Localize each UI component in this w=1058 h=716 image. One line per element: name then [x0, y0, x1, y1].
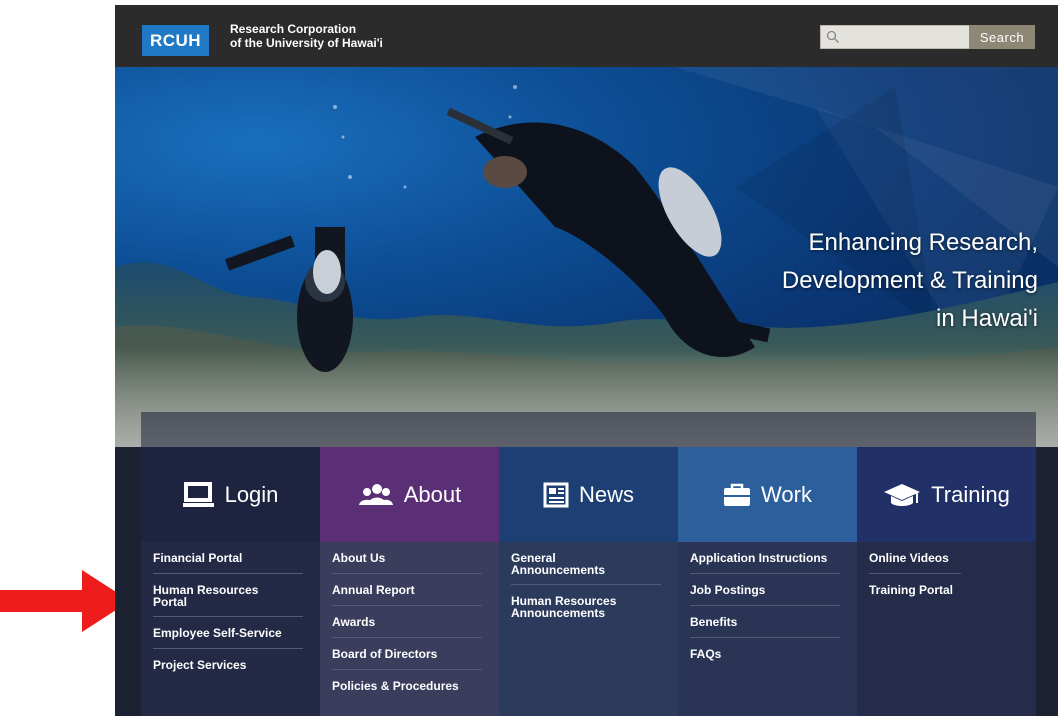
- nav-column-login: Login Financial Portal Human Resources P…: [141, 447, 320, 716]
- search-button[interactable]: Search: [969, 25, 1035, 49]
- nav-column-work: Work Application Instructions Job Postin…: [678, 447, 857, 716]
- nav-title-about: About: [403, 481, 462, 507]
- about-links: About Us Annual Report Awards Board of D…: [320, 542, 499, 701]
- graduation-cap-icon: [884, 483, 921, 506]
- link-job-postings[interactable]: Job Postings: [690, 574, 840, 606]
- link-employee-self-service[interactable]: Employee Self-Service: [153, 617, 303, 649]
- nav-heading-login[interactable]: Login: [141, 447, 320, 542]
- link-general-announcements-label: General Announcements: [511, 551, 606, 577]
- newspaper-icon: [543, 482, 569, 507]
- nav-column-news: News General Announcements Human Resourc…: [499, 447, 678, 716]
- link-benefits[interactable]: Benefits: [690, 606, 840, 638]
- rcuh-logo[interactable]: RCUH: [142, 25, 209, 56]
- work-links: Application Instructions Job Postings Be…: [678, 542, 857, 669]
- link-training-portal[interactable]: Training Portal: [869, 574, 961, 605]
- people-icon: [358, 483, 393, 505]
- nav-panel-top: [141, 412, 1036, 448]
- link-policies-procedures[interactable]: Policies & Procedures: [332, 670, 482, 701]
- main-nav: Login Financial Portal Human Resources P…: [141, 447, 1036, 716]
- search-box[interactable]: [820, 25, 970, 49]
- link-financial-portal[interactable]: Financial Portal: [153, 542, 303, 574]
- search-input[interactable]: [843, 29, 967, 47]
- training-links: Online Videos Training Portal: [857, 542, 1036, 605]
- news-links: General Announcements Human Resources An…: [499, 542, 678, 627]
- link-hr-announcements[interactable]: Human Resources Announcements: [511, 585, 661, 627]
- nav-column-about: About About Us Annual Report Awards Boar…: [320, 447, 499, 716]
- search-icon: [826, 30, 839, 43]
- nav-title-news: News: [578, 481, 634, 507]
- link-online-videos[interactable]: Online Videos: [869, 542, 961, 574]
- tagline-line2: Development & Training: [781, 267, 1038, 294]
- link-application-instructions[interactable]: Application Instructions: [690, 542, 840, 574]
- site-header: RCUH Research Corporation of the Univers…: [115, 0, 1058, 67]
- monitor-icon: [182, 481, 214, 507]
- link-project-services[interactable]: Project Services: [153, 649, 303, 680]
- hero-tagline: Enhancing Research, Development & Traini…: [782, 224, 1038, 338]
- website: RCUH Research Corporation of the Univers…: [115, 0, 1058, 716]
- login-links: Financial Portal Human Resources Portal …: [141, 542, 320, 680]
- briefcase-icon: [724, 483, 751, 506]
- nav-heading-training[interactable]: Training: [857, 447, 1036, 542]
- link-human-resources-portal[interactable]: Human Resources Portal: [153, 574, 303, 617]
- nav-title-login: Login: [224, 481, 279, 507]
- tagline-line3: in Hawai'i: [936, 305, 1038, 332]
- link-hr-announcements-label: Human Resources Announcements: [511, 594, 617, 620]
- tagline-line1: Enhancing Research,: [808, 229, 1038, 256]
- org-name-line1: Research Corporation: [230, 22, 357, 36]
- link-board-of-directors[interactable]: Board of Directors: [332, 638, 482, 670]
- link-about-us[interactable]: About Us: [332, 542, 482, 574]
- nav-heading-news[interactable]: News: [499, 447, 678, 542]
- link-general-announcements[interactable]: General Announcements: [511, 542, 661, 585]
- link-awards[interactable]: Awards: [332, 606, 482, 638]
- org-name-line2: of the University of Hawai'i: [230, 36, 383, 50]
- nav-title-work: Work: [761, 481, 812, 507]
- nav-heading-work[interactable]: Work: [678, 447, 857, 542]
- hero-banner: Enhancing Research, Development & Traini…: [115, 67, 1058, 447]
- nav-title-training: Training: [931, 481, 1010, 507]
- link-human-resources-portal-label: Human Resources Portal: [153, 583, 259, 609]
- nav-heading-about[interactable]: About: [320, 447, 499, 542]
- nav-column-training: Training Online Videos Training Portal: [857, 447, 1036, 716]
- link-faqs[interactable]: FAQs: [690, 638, 840, 669]
- annotation-arrow-icon: [0, 570, 130, 632]
- link-annual-report[interactable]: Annual Report: [332, 574, 482, 606]
- org-name: Research Corporation of the University o…: [230, 22, 383, 50]
